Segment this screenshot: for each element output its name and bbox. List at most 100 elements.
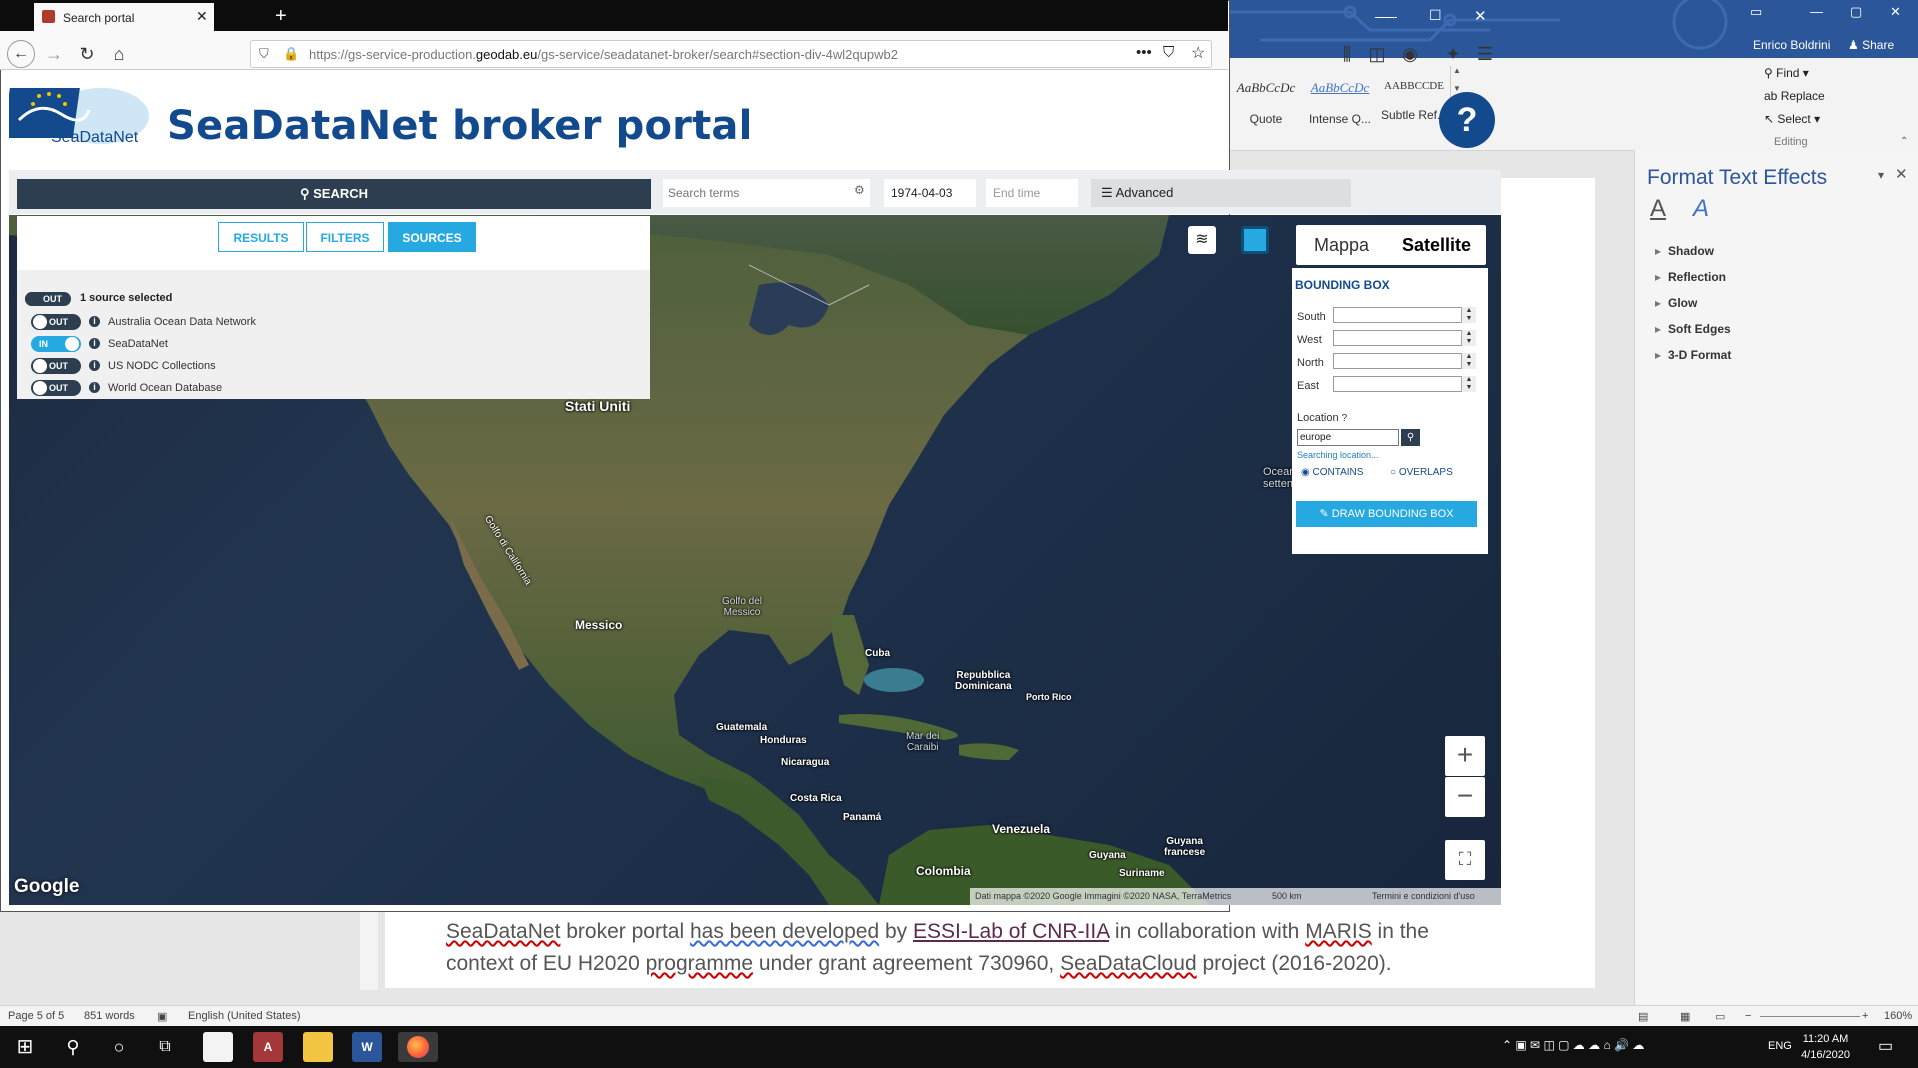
tray-language[interactable]: ENG [1768, 1040, 1792, 1052]
status-page[interactable]: Page 5 of 5 [8, 1010, 64, 1022]
task-view-icon[interactable]: ⧉ [150, 1032, 180, 1062]
status-language[interactable]: English (United States) [188, 1010, 301, 1022]
status-words[interactable]: 851 words [84, 1010, 135, 1022]
sidebar-icon[interactable]: ◫ [1364, 40, 1390, 68]
library-icon[interactable]: ⫼ [1334, 40, 1360, 68]
east-input[interactable] [1333, 376, 1476, 392]
west-input[interactable] [1333, 330, 1476, 346]
fullscreen-icon[interactable]: ⛶ [1445, 840, 1485, 880]
select-button[interactable]: ↖ Select ▾ [1764, 112, 1820, 126]
window-maximize-icon[interactable]: ☐ [1429, 7, 1442, 24]
west-spinner[interactable]: ▲ ▼ [1461, 330, 1476, 346]
tab-close-icon[interactable]: ✕ [196, 8, 208, 25]
search-button[interactable]: ⚲ SEARCH [17, 179, 651, 209]
doc-link[interactable]: ESSI-Lab of CNR-IIA [913, 920, 1109, 943]
web-layout-icon[interactable]: ▭ [1715, 1010, 1725, 1023]
info-icon[interactable]: i [89, 382, 100, 393]
cortana-icon[interactable]: ○ [104, 1032, 134, 1062]
advanced-button[interactable]: ☰ Advanced [1091, 179, 1351, 207]
file-explorer-icon[interactable] [303, 1032, 333, 1062]
pane-close-icon[interactable]: ✕ [1895, 165, 1908, 183]
pocket-icon[interactable]: ⛉ [1163, 44, 1174, 61]
tab-filters[interactable]: FILTERS [306, 222, 384, 252]
notifications-icon[interactable]: ▭ [1878, 1036, 1893, 1056]
toggle-source-seadatanet[interactable]: IN [31, 336, 81, 352]
help-button[interactable]: ? [1439, 92, 1495, 148]
firefox-icon[interactable] [398, 1032, 438, 1062]
account-icon[interactable]: ◉ [1397, 40, 1423, 68]
contains-radio[interactable]: ◉ CONTAINS [1301, 467, 1363, 478]
zoom-out-button[interactable]: − [1445, 777, 1485, 817]
page-actions-icon[interactable]: ••• [1136, 44, 1152, 61]
read-mode-icon[interactable]: ▤ [1638, 1010, 1648, 1023]
store-icon[interactable] [203, 1032, 233, 1062]
zoom-out-icon[interactable]: − [1745, 1010, 1751, 1022]
new-tab-icon[interactable]: + [275, 5, 287, 28]
toggle-source-wod[interactable]: OUT [31, 380, 81, 396]
bookmark-star-icon[interactable]: ☆ [1191, 43, 1205, 63]
home-icon[interactable]: ⌂ [106, 40, 132, 68]
maximize-icon[interactable]: ▢ [1850, 4, 1862, 20]
access-icon[interactable]: A [253, 1032, 283, 1062]
north-input[interactable] [1333, 353, 1476, 369]
word-icon[interactable]: W [352, 1032, 382, 1062]
window-minimize-icon[interactable]: — [1383, 8, 1397, 24]
effect-soft-edges[interactable]: Soft Edges [1655, 322, 1731, 336]
back-icon[interactable]: ← [7, 40, 35, 68]
effect-3d-format[interactable]: 3-D Format [1655, 348, 1731, 362]
east-spinner[interactable]: ▲ ▼ [1461, 376, 1476, 392]
bbox-tool-icon[interactable] [1241, 226, 1269, 254]
proofing-icon[interactable]: ▣ [157, 1010, 167, 1023]
pane-options-icon[interactable]: ▾ [1878, 168, 1884, 182]
layers-icon[interactable]: ≋ [1188, 226, 1216, 254]
lock-icon[interactable]: 🔒 [283, 46, 299, 62]
effect-shadow[interactable]: Shadow [1655, 244, 1714, 258]
shield-icon[interactable]: ⛉ [259, 46, 269, 62]
zoom-in-button[interactable]: + [1445, 736, 1485, 776]
location-search-icon[interactable]: ⚲ [1401, 429, 1420, 446]
zoom-slider[interactable] [1760, 1016, 1860, 1017]
style-intense-quote[interactable]: AaBbCcDc Intense Q... [1304, 66, 1376, 132]
map-attribution[interactable]: Dati mappa ©2020 Google Immagini ©2020 N… [975, 888, 1231, 905]
south-spinner[interactable]: ▲ ▼ [1461, 307, 1476, 323]
map-type-map[interactable]: Mappa [1296, 225, 1387, 265]
doc-paragraph[interactable]: SeaDataNet broker portal has been develo… [446, 916, 1576, 980]
window-close-icon[interactable]: ✕ [1474, 7, 1487, 25]
style-quote[interactable]: AaBbCcDc Quote [1230, 66, 1302, 132]
browser-tab[interactable]: Search portal ✕ [34, 3, 214, 31]
tray-clock[interactable]: 11:20 AM 4/16/2020 [1801, 1031, 1850, 1063]
google-logo[interactable]: Google [14, 876, 79, 898]
extensions-icon[interactable]: ✦ [1440, 40, 1466, 68]
print-layout-icon[interactable]: ▦ [1680, 1010, 1690, 1023]
south-input[interactable] [1333, 307, 1476, 323]
info-icon[interactable]: i [89, 316, 100, 327]
toggle-source-us-nodc[interactable]: OUT [31, 358, 81, 374]
menu-icon[interactable]: ☰ [1472, 40, 1498, 68]
toggle-all-sources[interactable]: OUT [25, 292, 71, 306]
overlaps-radio[interactable]: ○ OVERLAPS [1390, 467, 1453, 478]
minimize-icon[interactable]: — [1810, 4, 1823, 19]
reload-icon[interactable]: ↻ [74, 40, 100, 68]
location-input[interactable]: europe [1297, 429, 1399, 446]
restore-ribbon-icon[interactable]: ▭ [1750, 4, 1762, 20]
effect-glow[interactable]: Glow [1655, 296, 1697, 310]
gear-icon[interactable]: ⚙ [854, 183, 865, 197]
info-icon[interactable]: i [89, 338, 100, 349]
collapse-ribbon-icon[interactable]: ⌃ [1900, 136, 1908, 147]
share-button[interactable]: ♟ Share [1848, 38, 1894, 52]
user-name[interactable]: Enrico Boldrini [1753, 38, 1830, 52]
info-icon[interactable]: i [89, 360, 100, 371]
search-icon[interactable]: ⚲ [58, 1032, 88, 1062]
status-zoom[interactable]: 160% [1884, 1010, 1912, 1022]
forward-icon[interactable]: → [41, 40, 67, 68]
tab-results[interactable]: RESULTS [218, 222, 304, 252]
tray-icons[interactable]: ⌃ ▣ ✉ ◫ ▢ ☁ ☁ ⌂ 🔊 ☁ [1502, 1038, 1644, 1052]
text-fill-icon[interactable]: A [1650, 195, 1666, 223]
search-terms-input[interactable] [663, 179, 870, 207]
north-spinner[interactable]: ▲ ▼ [1461, 353, 1476, 369]
map-terms-link[interactable]: Termini e condizioni d'uso [1372, 888, 1475, 905]
help-icon[interactable]: ? [1342, 413, 1348, 424]
seadatanet-logo[interactable]: SeaDataNet [2, 80, 149, 150]
draw-bounding-box-button[interactable]: ✎ DRAW BOUNDING BOX [1296, 501, 1477, 527]
close-icon[interactable]: ✕ [1890, 4, 1901, 20]
